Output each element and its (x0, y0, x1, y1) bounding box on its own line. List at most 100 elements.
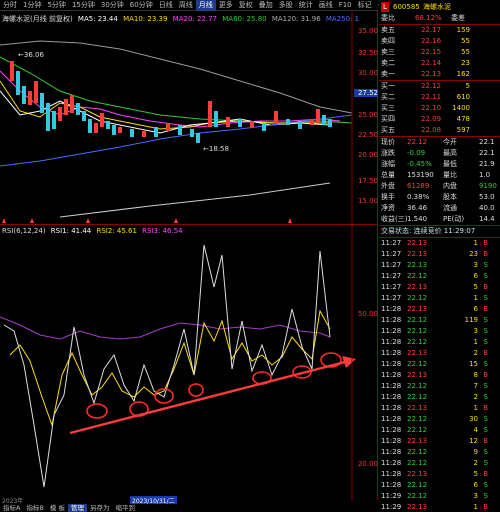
bid-price: 22.09 (421, 115, 442, 123)
bid-label: 买二 (381, 93, 395, 101)
stat-label: 最低 (443, 160, 457, 168)
indicator-tab[interactable]: 指标A (0, 504, 23, 512)
tick-direction: S (483, 481, 488, 489)
tick-time: 11:28 (381, 305, 402, 313)
stat-value: 14.4 (479, 215, 495, 223)
trade-status: 交易状态: 连续竞价 11:29:07 (381, 227, 476, 235)
tick-price: 22.13 (407, 349, 428, 357)
tick-time: 11:28 (381, 382, 402, 390)
tick-volume: 5 (473, 470, 478, 478)
ask-volume: 55 (461, 48, 470, 56)
stat-label: PE(动) (443, 215, 465, 223)
tick-volume: 2 (473, 349, 478, 357)
quote-row: 卖二 22.14 23 (379, 58, 500, 68)
price-axis-label: 15.00 (357, 197, 378, 205)
stock-name: 海螺水泥 (423, 3, 451, 11)
tick-price: 22.13 (407, 261, 428, 269)
main-kline-chart[interactable]: 海螺水泥(月线 前复权) MA5: 23.44 MA10: 23.39 MA20… (0, 11, 378, 224)
tick-direction: B (483, 250, 488, 258)
tick-time: 11:28 (381, 470, 402, 478)
toolbar-item[interactable]: 分时 (0, 0, 20, 11)
quote-row: 卖一 22.13 162 (379, 69, 500, 79)
quote-row: 11:28 22.12 9 S (379, 447, 500, 457)
indicator-tab[interactable]: 缩平到 (113, 504, 139, 512)
toolbar-item[interactable]: F10 (336, 0, 355, 11)
quote-row: 外盘 61289 内盘 9190 (379, 181, 500, 191)
quote-row: 买四 22.09 478 (379, 114, 500, 124)
tick-price: 22.13 (407, 470, 428, 478)
tick-price: 22.12 (407, 459, 428, 467)
quote-row: 收益(三) 1.540 PE(动) 14.4 (379, 214, 500, 224)
toolbar-item[interactable]: 1分钟 (20, 0, 44, 11)
tick-price: 22.12 (407, 393, 428, 401)
ask-price: 22.13 (421, 70, 442, 78)
toolbar-item[interactable]: 60分钟 (127, 0, 156, 11)
ratio-label: 委比 (381, 14, 395, 22)
kline-canvas (0, 11, 353, 224)
rsi-panel[interactable]: RSI(6,12,24) RSI1: 41.44 RSI2: 45.61 RSI… (0, 224, 378, 501)
toolbar-item[interactable]: 更多 (216, 0, 236, 11)
quote-row: 11:28 22.12 3 S (379, 326, 500, 336)
toolbar-item[interactable]: 标记 (355, 0, 375, 11)
quote-panel: L 600585 海螺水泥 委比 68.12% 委差 卖五 22.17 159 卖四 22.1… (379, 0, 500, 512)
tick-direction: S (483, 492, 488, 500)
toolbar-item[interactable]: 画线 (316, 0, 336, 11)
toolbar-item[interactable]: 日线 (156, 0, 176, 11)
tick-volume: 3 (473, 261, 478, 269)
indicator-tab[interactable]: 模 板 (47, 504, 68, 512)
ask-label: 卖四 (381, 37, 395, 45)
stat-label: 股本 (443, 193, 457, 201)
indicator-tab[interactable]: 管理 (68, 504, 87, 512)
tick-time: 11:28 (381, 437, 402, 445)
tick-direction: S (483, 272, 488, 280)
tick-direction: S (483, 294, 488, 302)
tick-time: 11:27 (381, 272, 402, 280)
tick-price: 22.13 (407, 250, 428, 258)
indicator-tab[interactable]: 指标B (23, 504, 46, 512)
tick-direction: S (483, 316, 488, 324)
quote-row: 交易状态: 连续竞价 11:29:07 (379, 226, 500, 236)
tick-direction: S (483, 426, 488, 434)
stat-value: 0.38% (407, 193, 430, 201)
toolbar-item[interactable]: 5分钟 (44, 0, 68, 11)
price-axis-label: 27.52 (354, 89, 378, 97)
toolbar-item[interactable]: 15分钟 (69, 0, 98, 11)
tick-volume: 12 (469, 437, 478, 445)
quote-row: 11:28 22.12 2 S (379, 392, 500, 402)
tick-price: 22.12 (407, 327, 428, 335)
stat-label: 总量 (381, 171, 395, 179)
quote-row: 11:28 22.12 6 S (379, 480, 500, 490)
toolbar-item[interactable]: 叠加 (256, 0, 276, 11)
tick-direction: S (483, 459, 488, 467)
stat-label: 最高 (443, 149, 457, 157)
stat-label: 收益(三) (381, 215, 408, 223)
toolbar-item[interactable]: 30分钟 (98, 0, 127, 11)
indicator-tab[interactable]: 另存为 (87, 504, 113, 512)
toolbar-item[interactable]: 复权 (236, 0, 256, 11)
low-annotation: ←18.58 (203, 145, 229, 153)
stat-value: 22.1 (479, 149, 495, 157)
quote-row: 委比 68.12% 委差 (379, 13, 500, 23)
tick-direction: S (483, 382, 488, 390)
stat-value: 40.0 (479, 204, 495, 212)
tick-volume: 1 (473, 503, 478, 511)
tick-volume: 1 (473, 338, 478, 346)
price-axis-label: 32.50 (357, 49, 378, 57)
rsi-canvas (0, 225, 356, 501)
tick-volume: 2 (473, 393, 478, 401)
tick-price: 22.13 (407, 305, 428, 313)
toolbar-item[interactable]: 月线 (195, 0, 216, 11)
quote-row: 买一 22.12 5 (379, 81, 500, 91)
stat-value: 22.1 (479, 138, 495, 146)
tick-price: 22.13 (407, 437, 428, 445)
tick-volume: 5 (473, 283, 478, 291)
toolbar-item[interactable]: 周线 (176, 0, 196, 11)
toolbar-item[interactable]: 统计 (296, 0, 316, 11)
stat-label: 今开 (443, 138, 457, 146)
toolbar-item[interactable]: 多股 (276, 0, 296, 11)
bid-price: 22.12 (421, 82, 442, 90)
tick-direction: S (483, 415, 488, 423)
tick-direction: S (483, 327, 488, 335)
bid-price: 22.08 (421, 126, 442, 134)
quote-row: 11:27 22.12 1 S (379, 293, 500, 303)
